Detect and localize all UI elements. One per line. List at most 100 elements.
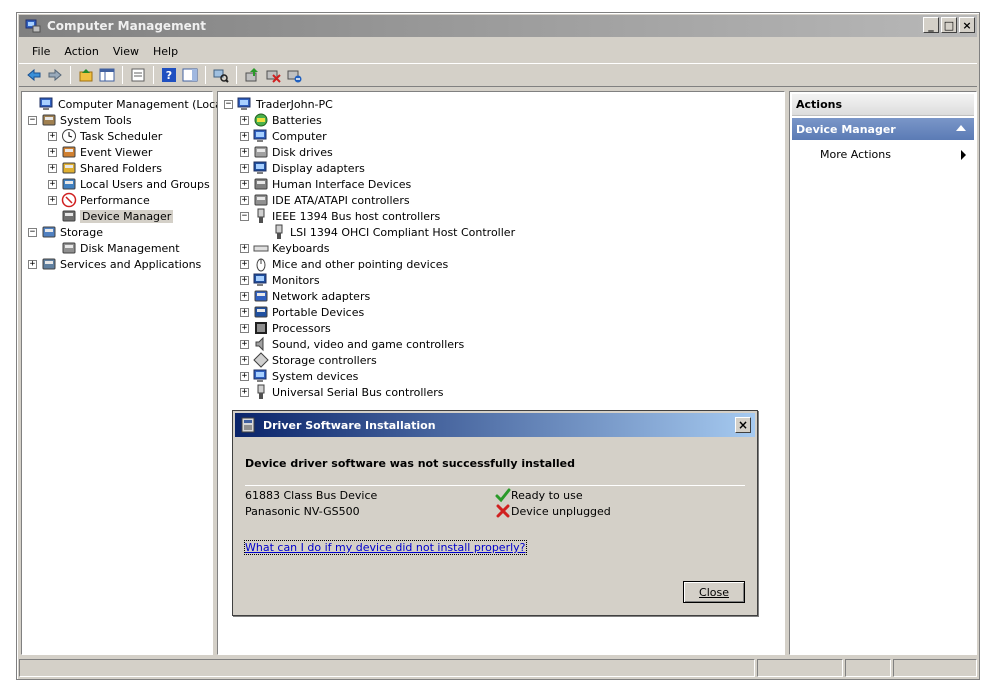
menu-bar: File Action View Help <box>19 41 977 61</box>
actions-section-label: Device Manager <box>796 122 896 136</box>
menu-action[interactable]: Action <box>57 43 105 60</box>
dialog-divider <box>245 485 745 486</box>
device-category[interactable]: − IEEE 1394 Bus host controllers <box>240 208 440 224</box>
device-category[interactable]: + Monitors <box>240 272 320 288</box>
expand-icon[interactable]: + <box>240 323 249 333</box>
expand-icon[interactable]: + <box>240 147 249 157</box>
close-button[interactable]: × <box>959 17 975 33</box>
scan-hardware-icon[interactable] <box>212 66 230 84</box>
collapse-icon[interactable]: − <box>28 227 37 237</box>
device-category[interactable]: + IDE ATA/ATAPI controllers <box>240 192 410 208</box>
help-link[interactable]: What can I do if my device did not insta… <box>244 540 527 555</box>
menu-help[interactable]: Help <box>146 43 185 60</box>
expand-icon[interactable]: + <box>48 163 57 173</box>
expand-icon[interactable]: + <box>240 307 249 317</box>
tree-item-label: Event Viewer <box>80 145 153 159</box>
tree-item-label: Disk Management <box>80 241 180 255</box>
expand-icon[interactable]: + <box>48 131 57 141</box>
dialog-heading: Device driver software was not successfu… <box>245 457 576 470</box>
collapse-icon[interactable]: − <box>240 211 249 221</box>
expand-icon[interactable]: + <box>240 179 249 189</box>
collapse-icon[interactable] <box>956 125 966 131</box>
disable-icon[interactable] <box>285 66 303 84</box>
more-actions-label: More Actions <box>820 147 891 161</box>
tree-item[interactable]: + Event Viewer <box>48 144 152 160</box>
expand-icon[interactable]: + <box>240 291 249 301</box>
disk-icon <box>62 242 76 254</box>
more-actions-item[interactable]: More Actions <box>820 146 972 162</box>
expand-icon[interactable]: + <box>240 355 249 365</box>
expand-icon[interactable]: + <box>240 115 249 125</box>
device-category[interactable]: + Batteries <box>240 112 322 128</box>
expand-icon[interactable]: + <box>240 131 249 141</box>
uninstall-icon[interactable] <box>264 66 282 84</box>
expand-icon[interactable]: + <box>240 275 249 285</box>
device-category[interactable]: + Network adapters <box>240 288 370 304</box>
tree-item[interactable]: Computer Management (Local) <box>26 96 229 112</box>
show-hide-tree-icon[interactable] <box>98 66 116 84</box>
expand-icon[interactable]: + <box>48 195 57 205</box>
expand-icon[interactable]: + <box>240 339 249 349</box>
menu-file[interactable]: File <box>25 43 57 60</box>
status-panel-4 <box>893 659 977 677</box>
expand-icon[interactable]: + <box>28 259 37 269</box>
device-category[interactable]: + Disk drives <box>240 144 333 160</box>
tree-item[interactable]: − Storage <box>28 224 103 240</box>
dialog-title-bar[interactable]: Driver Software Installation × <box>235 413 755 437</box>
console-tree-pane: Computer Management (Local) − System Tools… <box>21 91 229 655</box>
tree-item-label: Device Manager <box>80 209 174 223</box>
device-category[interactable]: + Sound, video and game controllers <box>240 336 464 352</box>
status-panel-2 <box>757 659 843 677</box>
forward-icon[interactable] <box>46 66 64 84</box>
expand-icon[interactable]: + <box>240 243 249 253</box>
device-category[interactable]: + Display adapters <box>240 160 365 176</box>
actions-section-device-manager[interactable]: Device Manager <box>792 118 974 140</box>
close-dialog-button[interactable]: Close <box>683 581 745 603</box>
dialog-close-x-button[interactable]: × <box>735 417 751 433</box>
device-category[interactable]: + Storage controllers <box>240 352 377 368</box>
tree-item-label: IEEE 1394 Bus host controllers <box>272 209 441 223</box>
device-category[interactable]: + Mice and other pointing devices <box>240 256 448 272</box>
services-icon <box>42 258 56 270</box>
device-tree-root[interactable]: − TraderJohn-PC <box>224 96 333 112</box>
device-category[interactable]: + Human Interface Devices <box>240 176 411 192</box>
tree-item[interactable]: + Services and Applications <box>28 256 201 272</box>
export-icon[interactable] <box>129 66 147 84</box>
expand-icon[interactable]: + <box>48 179 57 189</box>
status-bar <box>19 659 977 677</box>
device-item[interactable]: LSI 1394 OHCI Compliant Host Controller <box>258 224 515 240</box>
device-category[interactable]: + Processors <box>240 320 331 336</box>
device-category[interactable]: + Universal Serial Bus controllers <box>240 384 443 400</box>
device-category[interactable]: + Portable Devices <box>240 304 364 320</box>
tree-item[interactable]: + Performance <box>48 192 150 208</box>
tree-item[interactable]: + Shared Folders <box>48 160 162 176</box>
tree-item[interactable]: Disk Management <box>48 240 180 256</box>
minimize-button[interactable]: _ <box>923 17 939 33</box>
maximize-button[interactable]: □ <box>941 17 957 33</box>
device-category[interactable]: + System devices <box>240 368 358 384</box>
tree-item[interactable]: Device Manager <box>48 208 174 224</box>
expand-icon[interactable]: + <box>240 371 249 381</box>
collapse-icon[interactable]: − <box>28 115 37 125</box>
device-category[interactable]: + Keyboards <box>240 240 329 256</box>
expand-icon[interactable]: + <box>240 387 249 397</box>
device-category[interactable]: + Computer <box>240 128 327 144</box>
collapse-icon[interactable]: − <box>224 99 233 109</box>
firewire-icon <box>275 224 283 239</box>
tree-item[interactable]: + Task Scheduler <box>48 128 162 144</box>
up-icon[interactable] <box>77 66 95 84</box>
expand-icon[interactable]: + <box>240 163 249 173</box>
expand-icon[interactable]: + <box>240 259 249 269</box>
tree-item[interactable]: + Local Users and Groups <box>48 176 210 192</box>
expand-icon[interactable]: + <box>240 195 249 205</box>
expand-icon[interactable]: + <box>48 147 57 157</box>
update-driver-icon[interactable] <box>243 66 261 84</box>
tree-item[interactable]: − System Tools <box>28 112 132 128</box>
tree-item-label: Computer <box>272 129 327 143</box>
menu-view[interactable]: View <box>106 43 146 60</box>
help-icon[interactable]: ? <box>160 66 178 84</box>
back-icon[interactable] <box>25 66 43 84</box>
title-bar[interactable]: Computer Management _ □ × <box>19 15 977 37</box>
processor-icon <box>255 322 267 334</box>
action-pane-icon[interactable] <box>181 66 199 84</box>
